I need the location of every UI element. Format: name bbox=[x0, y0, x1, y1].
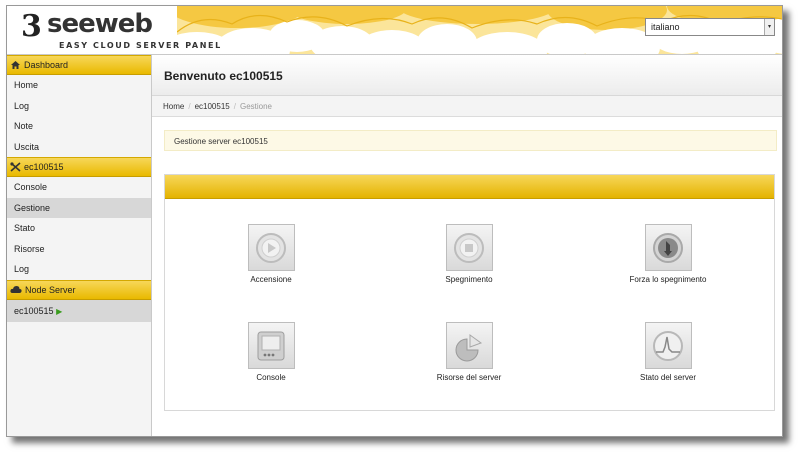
console-icon[interactable] bbox=[247, 322, 295, 369]
actions-panel: Accensione Spegnimento Forza lo spegnime… bbox=[164, 174, 775, 411]
language-select[interactable]: italiano ▾ bbox=[645, 18, 775, 36]
sidebar-item-log[interactable]: Log bbox=[7, 96, 151, 117]
notice-box: Gestione server ec100515 bbox=[164, 130, 777, 151]
force-shutdown-icon[interactable] bbox=[644, 224, 692, 271]
sidebar-section-node-server[interactable]: Node Server bbox=[7, 279, 151, 300]
main-content: Benvenuto ec100515 Home / ec100515/Gestion… bbox=[152, 55, 782, 436]
sidebar-item-node-ec100515[interactable]: ec100515 ▶ bbox=[7, 299, 151, 322]
breadcrumb-server[interactable]: ec100515 bbox=[195, 102, 230, 111]
sidebar-section-label: ec100515 bbox=[24, 162, 64, 172]
logo-mark: 3 bbox=[21, 9, 42, 44]
pie-chart-icon[interactable] bbox=[445, 322, 493, 369]
breadcrumb-home[interactable]: Home bbox=[163, 102, 184, 111]
sidebar-section-label: Node Server bbox=[25, 284, 76, 295]
title-bar: Benvenuto ec100515 bbox=[152, 55, 782, 96]
language-select-value: italiano bbox=[651, 22, 680, 32]
action-label: Stato del server bbox=[639, 373, 697, 382]
sidebar-item-home[interactable]: Home bbox=[7, 75, 151, 96]
seeweb-logo[interactable]: 3 seeweb EASY CLOUD SERVER PANEL bbox=[17, 9, 220, 53]
action-label: Risorse del server bbox=[436, 373, 502, 382]
home-icon bbox=[11, 61, 20, 69]
sidebar-item-note[interactable]: Note bbox=[7, 116, 151, 137]
node-label: ec100515 bbox=[14, 305, 54, 316]
action-risorse-server[interactable]: Risorse del server bbox=[409, 322, 529, 382]
logo-wordmark: seeweb bbox=[47, 9, 153, 39]
breadcrumb: Home / ec100515/Gestione bbox=[152, 96, 782, 117]
action-accensione[interactable]: Accensione bbox=[211, 224, 331, 284]
chevron-down-icon[interactable]: ▾ bbox=[764, 19, 774, 35]
breadcrumb-separator: / bbox=[233, 102, 236, 111]
header: 3 seeweb EASY CLOUD SERVER PANEL italian… bbox=[7, 6, 782, 55]
sidebar-item-uscita[interactable]: Uscita bbox=[7, 137, 151, 158]
action-forza-spegnimento[interactable]: Forza lo spegnimento bbox=[608, 224, 728, 284]
logo-tagline: EASY CLOUD SERVER PANEL bbox=[59, 41, 222, 50]
sidebar-item-gestione[interactable]: Gestione bbox=[7, 197, 151, 218]
action-label: Forza lo spegnimento bbox=[629, 275, 707, 284]
sidebar-section-server[interactable]: ec100515 bbox=[7, 157, 151, 177]
action-spegnimento[interactable]: Spegnimento bbox=[409, 224, 529, 284]
panel-header bbox=[165, 175, 774, 199]
action-console[interactable]: Console bbox=[211, 322, 331, 382]
play-arrow-icon: ▶ bbox=[56, 306, 63, 316]
sidebar: Dashboard Home Log Note Uscita ec100515 … bbox=[7, 55, 152, 436]
status-chart-icon[interactable] bbox=[644, 322, 692, 369]
breadcrumb-separator: / bbox=[188, 102, 191, 111]
app-window: 3 seeweb EASY CLOUD SERVER PANEL italian… bbox=[6, 5, 783, 437]
cloud-icon bbox=[10, 286, 22, 293]
breadcrumb-current: Gestione bbox=[239, 102, 272, 111]
action-label: Spegnimento bbox=[445, 275, 493, 284]
sidebar-section-label: Dashboard bbox=[24, 60, 69, 70]
action-stato-server[interactable]: Stato del server bbox=[608, 322, 728, 382]
page-title: Benvenuto ec100515 bbox=[164, 69, 283, 83]
sidebar-item-stato[interactable]: Stato bbox=[7, 218, 151, 239]
action-label: Accensione bbox=[250, 275, 292, 284]
power-on-icon[interactable] bbox=[247, 224, 295, 271]
sidebar-item-server-log[interactable]: Log bbox=[7, 259, 151, 280]
sidebar-item-risorse[interactable]: Risorse bbox=[7, 239, 151, 260]
action-label: Console bbox=[256, 373, 286, 382]
sidebar-section-dashboard[interactable]: Dashboard bbox=[7, 55, 151, 75]
tools-icon bbox=[10, 162, 21, 172]
sidebar-item-console[interactable]: Console bbox=[7, 177, 151, 198]
power-off-icon[interactable] bbox=[445, 224, 493, 271]
